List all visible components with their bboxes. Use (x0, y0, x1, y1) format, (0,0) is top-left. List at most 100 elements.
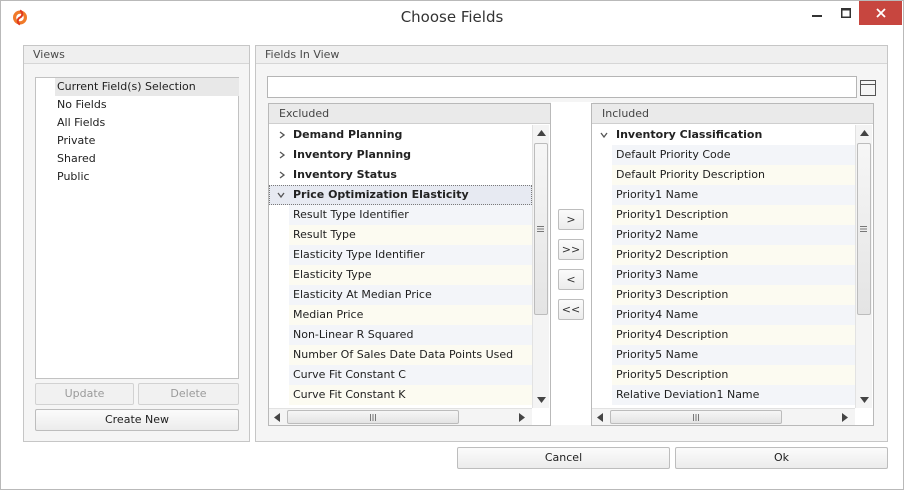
included-field-row[interactable]: Priority5 Description (612, 365, 855, 385)
included-field-row[interactable]: Priority3 Description (612, 285, 855, 305)
maximize-icon (841, 8, 851, 18)
excluded-pane: Excluded Demand Planning Inventory Plann… (268, 103, 551, 426)
category-price-optimization-elasticity[interactable]: Price Optimization Elasticity (269, 185, 532, 205)
chevron-down-icon[interactable] (276, 190, 286, 200)
excluded-field-row[interactable]: Number Of Sales Date Data Points Used (289, 345, 532, 365)
views-list: Current Field(s) Selection No Fields All… (35, 77, 239, 379)
field-label: Non-Linear R Squared (293, 328, 414, 341)
field-label: Median Price (293, 308, 364, 321)
view-item-all-fields[interactable]: All Fields (55, 114, 105, 132)
scroll-right-icon[interactable] (842, 413, 848, 422)
category-label: Demand Planning (293, 128, 403, 141)
excluded-field-row[interactable]: Median Price (289, 305, 532, 325)
add-field-button[interactable]: > (558, 209, 584, 230)
view-item-private[interactable]: Private (55, 132, 95, 150)
field-label: Priority2 Description (616, 248, 729, 261)
field-label: Priority5 Description (616, 368, 729, 381)
excluded-field-row[interactable]: Elasticity At Median Price (289, 285, 532, 305)
views-header: Views (24, 46, 249, 64)
scroll-right-icon[interactable] (519, 413, 525, 422)
category-inventory-classification[interactable]: Inventory Classification (592, 125, 855, 145)
title-bar: Choose Fields (1, 1, 903, 34)
view-item-no-fields[interactable]: No Fields (55, 96, 107, 114)
view-item-shared[interactable]: Shared (55, 150, 96, 168)
category-label: Inventory Status (293, 168, 397, 181)
field-label: Curve Fit Constant K (293, 388, 406, 401)
included-field-row[interactable]: Relative Deviation1 Name (612, 385, 855, 405)
excluded-vertical-scrollbar[interactable] (532, 125, 549, 408)
view-item-current-selection[interactable]: Current Field(s) Selection (55, 78, 239, 96)
included-field-row[interactable]: Priority4 Name (612, 305, 855, 325)
field-label: Relative Deviation1 Name (616, 388, 760, 401)
scroll-left-icon[interactable] (274, 413, 280, 422)
category-label: Inventory Classification (616, 128, 763, 141)
move-buttons-strip: > >> < << (551, 102, 593, 425)
choose-fields-dialog: Choose Fields Views Current Field(s) Sel… (0, 0, 904, 490)
included-horizontal-scrollbar[interactable] (592, 408, 855, 425)
excluded-field-row[interactable]: Elasticity Type (289, 265, 532, 285)
field-label: Priority5 Name (616, 348, 699, 361)
included-field-row[interactable]: Priority3 Name (612, 265, 855, 285)
category-inventory-status[interactable]: Inventory Status (269, 165, 532, 185)
field-search-input[interactable] (267, 76, 857, 98)
field-label: Priority4 Name (616, 308, 699, 321)
included-field-row[interactable]: Priority1 Description (612, 205, 855, 225)
field-label: Default Priority Description (616, 168, 765, 181)
field-label: Result Type (293, 228, 356, 241)
delete-button[interactable]: Delete (138, 383, 239, 405)
excluded-field-row[interactable]: Result Type Identifier (289, 205, 532, 225)
included-header: Included (592, 104, 873, 124)
scroll-up-icon[interactable] (860, 130, 869, 136)
field-label: Curve Fit Constant C (293, 368, 406, 381)
excluded-field-row[interactable]: Elasticity Type Identifier (289, 245, 532, 265)
scroll-up-icon[interactable] (537, 130, 546, 136)
field-label: Elasticity Type (293, 268, 372, 281)
excluded-field-row[interactable]: Non-Linear R Squared (289, 325, 532, 345)
included-field-row[interactable]: Priority5 Name (612, 345, 855, 365)
field-label: Default Priority Code (616, 148, 731, 161)
update-button[interactable]: Update (35, 383, 134, 405)
create-new-button[interactable]: Create New (35, 409, 239, 431)
field-label: Elasticity At Median Price (293, 288, 432, 301)
category-label: Inventory Planning (293, 148, 412, 161)
maximize-button[interactable] (833, 1, 859, 25)
cancel-button[interactable]: Cancel (457, 447, 670, 469)
included-field-row[interactable]: Priority1 Name (612, 185, 855, 205)
scroll-left-icon[interactable] (597, 413, 603, 422)
scrollbar-grip-icon (860, 226, 867, 232)
excluded-field-row[interactable]: Result Type (289, 225, 532, 245)
add-all-fields-button[interactable]: >> (558, 239, 584, 260)
view-item-public[interactable]: Public (55, 168, 90, 186)
included-vertical-scrollbar[interactable] (855, 125, 872, 408)
chevron-right-icon[interactable] (277, 130, 287, 140)
field-label: Priority2 Name (616, 228, 699, 241)
excluded-horizontal-scrollbar[interactable] (269, 408, 532, 425)
remove-all-fields-button[interactable]: << (558, 299, 584, 320)
included-field-row[interactable]: Priority2 Name (612, 225, 855, 245)
minimize-button[interactable] (804, 1, 830, 25)
ok-button[interactable]: Ok (675, 447, 888, 469)
chevron-right-icon[interactable] (277, 150, 287, 160)
excluded-field-row[interactable]: Curve Fit Constant C (289, 365, 532, 385)
close-button[interactable] (859, 1, 902, 25)
category-demand-planning[interactable]: Demand Planning (269, 125, 532, 145)
excluded-header: Excluded (269, 104, 550, 124)
category-inventory-planning[interactable]: Inventory Planning (269, 145, 532, 165)
chevron-down-icon[interactable] (599, 130, 609, 140)
included-field-row[interactable]: Default Priority Description (612, 165, 855, 185)
chevron-right-icon[interactable] (277, 170, 287, 180)
search-panel-toggle-icon[interactable] (860, 80, 876, 96)
scrollbar-grip-icon (370, 414, 376, 421)
scroll-down-icon[interactable] (860, 397, 869, 403)
field-label: Priority1 Name (616, 188, 699, 201)
scrollbar-grip-icon (693, 414, 699, 421)
field-label: Result Type Identifier (293, 208, 409, 221)
included-field-row[interactable]: Default Priority Code (612, 145, 855, 165)
remove-field-button[interactable]: < (558, 269, 584, 290)
included-field-row[interactable]: Priority2 Description (612, 245, 855, 265)
scroll-down-icon[interactable] (537, 397, 546, 403)
excluded-field-row[interactable]: Curve Fit Constant K (289, 385, 532, 405)
field-label: Priority3 Description (616, 288, 729, 301)
scrollbar-grip-icon (537, 226, 544, 232)
included-field-row[interactable]: Priority4 Description (612, 325, 855, 345)
